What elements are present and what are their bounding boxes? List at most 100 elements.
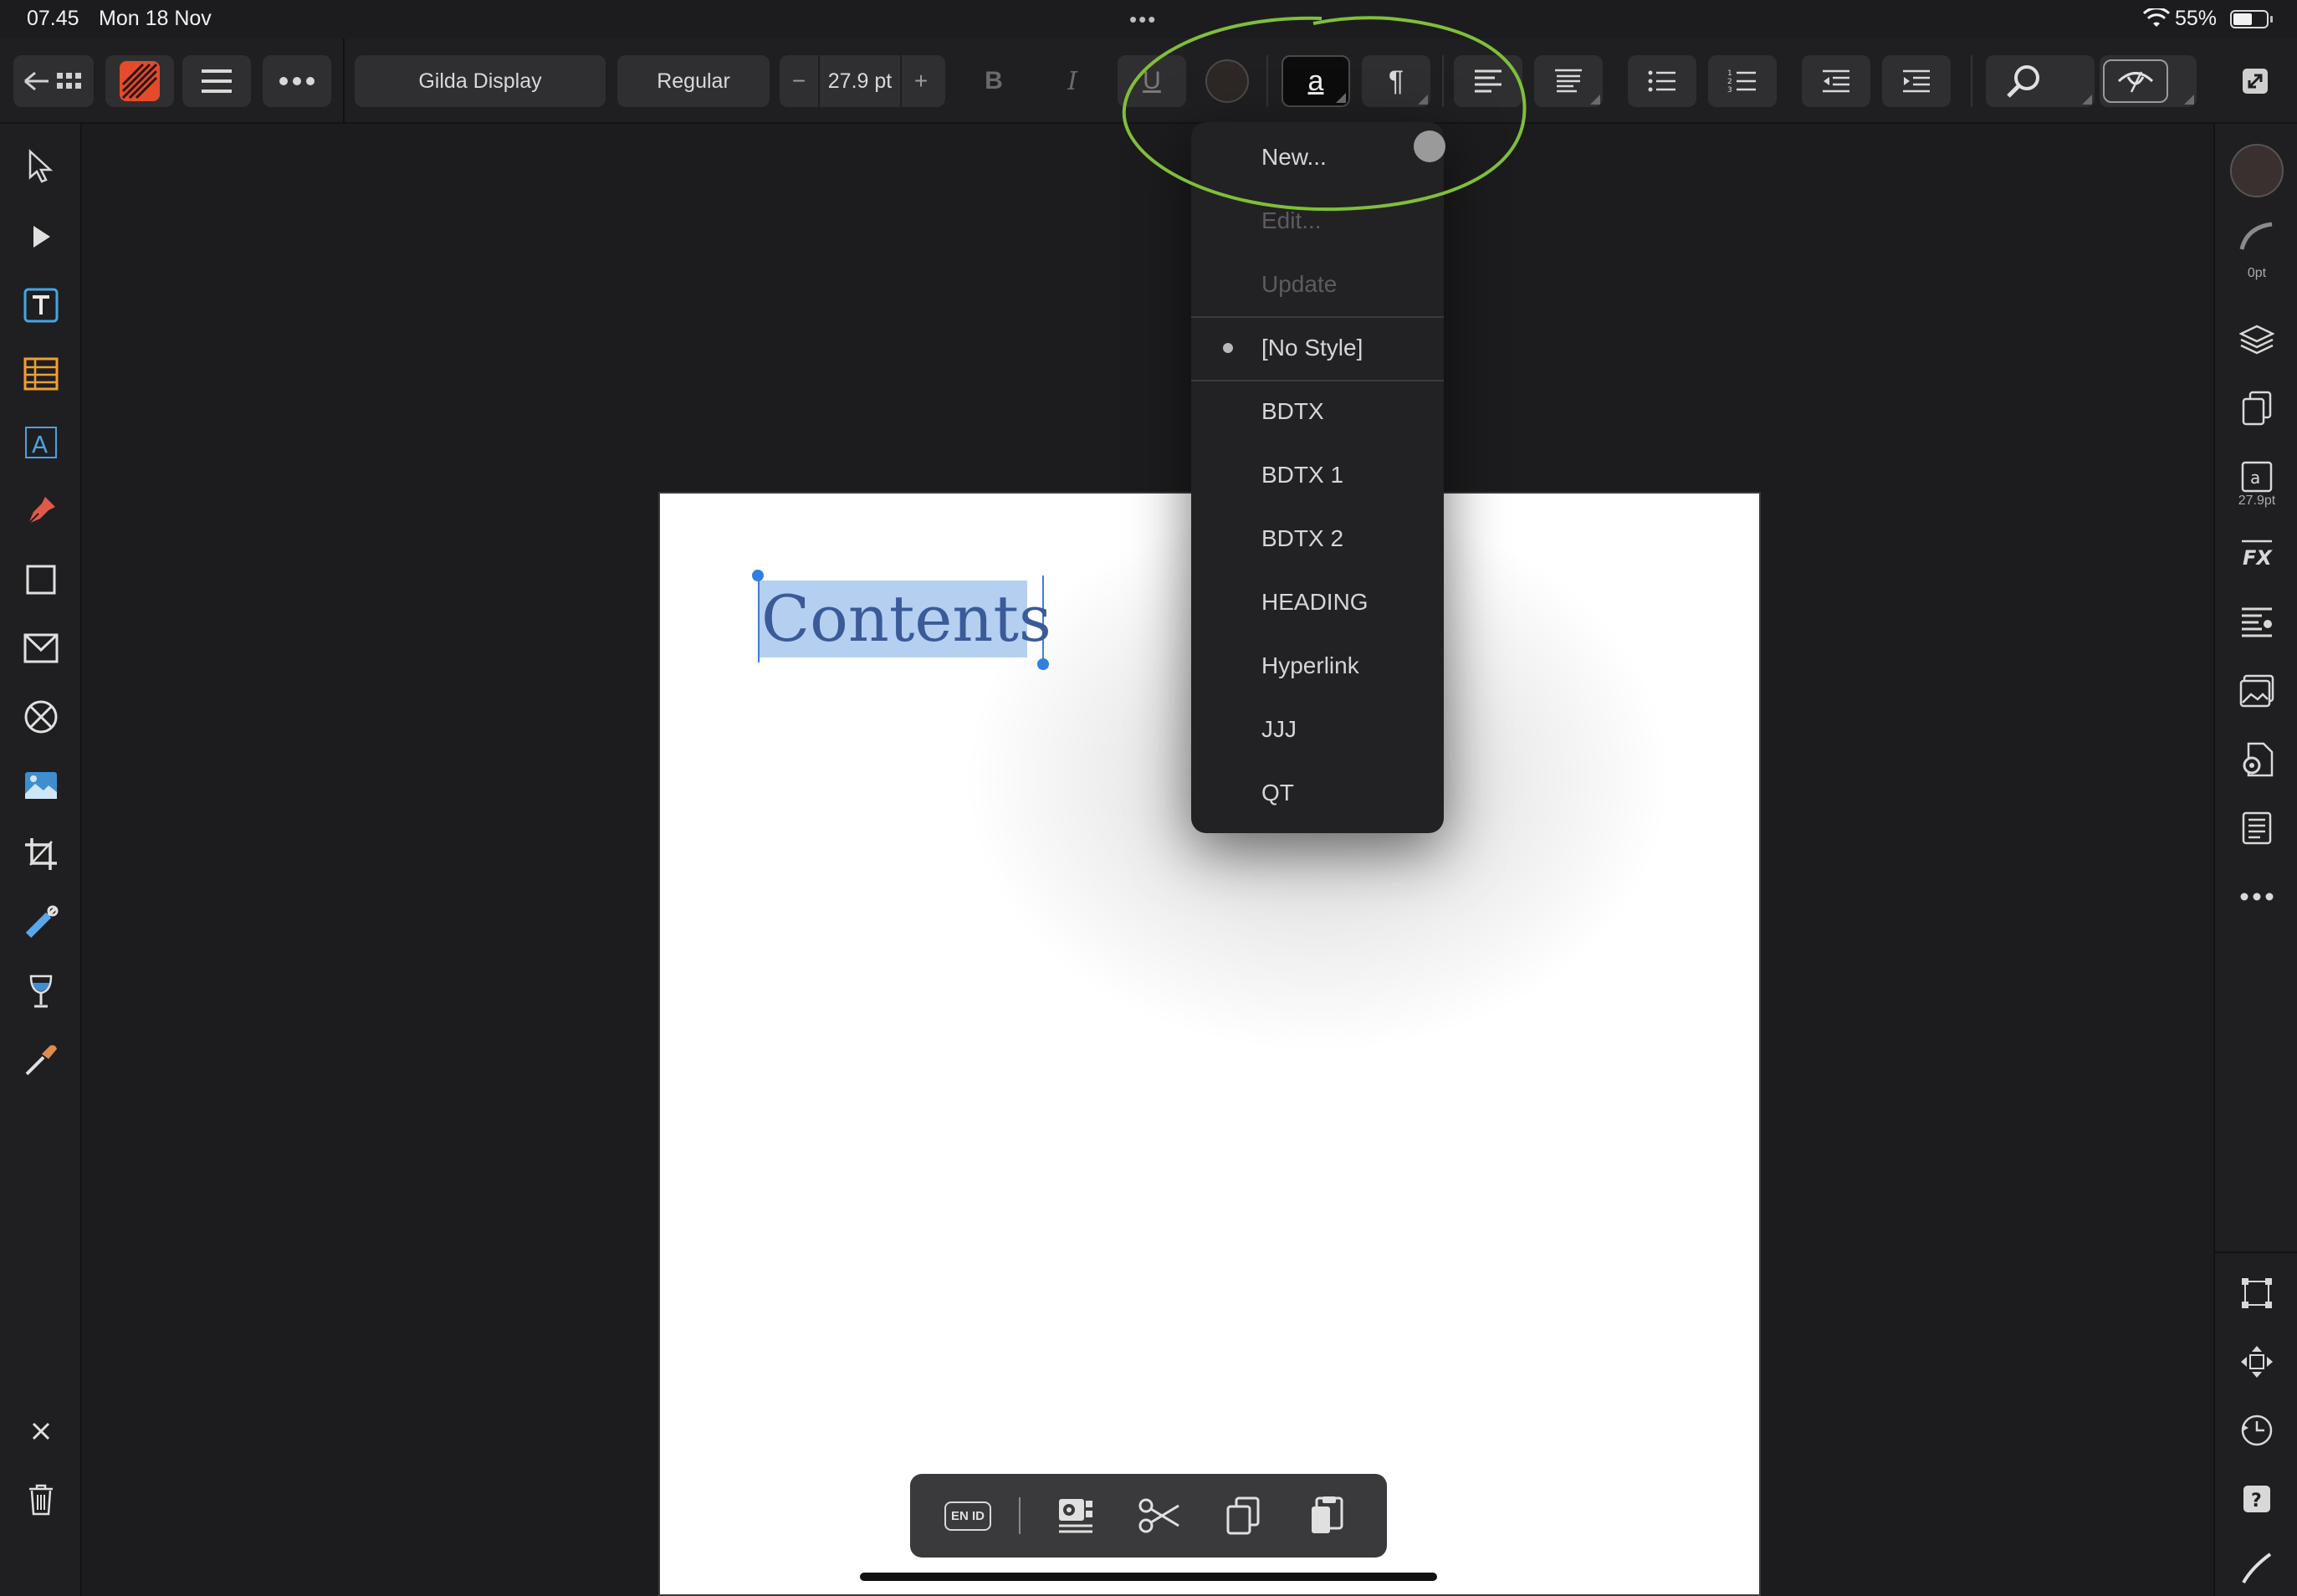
- gradient-brush-icon: [25, 905, 59, 939]
- selection-handle-start[interactable]: [752, 570, 764, 581]
- resource-manager-button[interactable]: [2235, 669, 2279, 713]
- stroke-curve-icon: [2239, 222, 2273, 250]
- menu-item-style[interactable]: BDTX 1: [1191, 443, 1444, 507]
- svg-text:FX: FX: [2243, 546, 2273, 570]
- bold-button[interactable]: B: [970, 55, 1017, 107]
- outdent-icon: [1823, 69, 1849, 93]
- menu-item-no-style[interactable]: [No Style]: [1191, 316, 1444, 380]
- font-family-picker[interactable]: Gilda Display: [355, 55, 606, 107]
- more-button[interactable]: [263, 55, 331, 107]
- more-panels-button[interactable]: [2235, 875, 2279, 918]
- table-tool[interactable]: [20, 353, 62, 395]
- menu-item-update-style[interactable]: Update: [1191, 253, 1444, 316]
- decrease-indent-button[interactable]: [1802, 55, 1870, 107]
- fx-icon: FX: [2242, 540, 2273, 570]
- menu-item-style[interactable]: JJJ: [1191, 698, 1444, 761]
- navigator-panel-button[interactable]: [2235, 1340, 2279, 1384]
- image-icon: [25, 772, 57, 799]
- battery-icon: [2230, 10, 2273, 28]
- fill-color-swatch: [2230, 144, 2284, 197]
- node-arrow-icon: [33, 226, 50, 248]
- selection-handle-end[interactable]: [1037, 658, 1049, 670]
- text-frame-panel-button[interactable]: [2235, 806, 2279, 850]
- align-top-icon: [1555, 69, 1582, 93]
- layers-panel-button[interactable]: [2235, 318, 2279, 361]
- delete-button[interactable]: [20, 1479, 62, 1521]
- scissors-icon: [1138, 1498, 1179, 1533]
- font-size-decrease[interactable]: −: [780, 68, 818, 95]
- menu-item-style[interactable]: BDTX: [1191, 380, 1444, 443]
- layers-icon: [2239, 325, 2274, 355]
- font-size-value[interactable]: 27.9 pt: [818, 55, 902, 107]
- help-button[interactable]: ?: [2235, 1477, 2279, 1521]
- ellipse-frame-tool[interactable]: [20, 696, 62, 738]
- font-size-increase[interactable]: +: [902, 68, 940, 95]
- stroke-well[interactable]: [2235, 214, 2279, 258]
- menu-item-style[interactable]: BDTX 2: [1191, 507, 1444, 570]
- font-size-stepper[interactable]: − 27.9 pt +: [780, 55, 945, 107]
- increase-indent-button[interactable]: [1882, 55, 1951, 107]
- close-context-button[interactable]: [20, 1410, 62, 1452]
- text-styles-panel-button[interactable]: [2235, 601, 2279, 644]
- italic-button[interactable]: I: [1049, 55, 1096, 107]
- numbered-list-button[interactable]: 123: [1708, 55, 1777, 107]
- frame-text-tool[interactable]: [20, 284, 62, 326]
- copy-icon: [1226, 1496, 1260, 1535]
- copy-button[interactable]: [1220, 1492, 1266, 1539]
- rectangle-tool[interactable]: [20, 559, 62, 601]
- place-image-tool[interactable]: [20, 765, 62, 806]
- keyboard-language-button[interactable]: EN ID: [939, 1492, 997, 1539]
- back-grid-icon: [24, 71, 81, 91]
- app-publisher-button[interactable]: [105, 55, 174, 107]
- view-mode-button[interactable]: [2100, 55, 2197, 107]
- bullet-list-button[interactable]: [1628, 55, 1696, 107]
- find-replace-button[interactable]: [1986, 55, 2095, 107]
- menu-button[interactable]: [182, 55, 251, 107]
- character-icon: a: [2241, 461, 2273, 493]
- paste-button[interactable]: [1303, 1492, 1350, 1539]
- vertical-align-button[interactable]: [1534, 55, 1603, 107]
- home-indicator[interactable]: [860, 1573, 1437, 1581]
- fill-color-well[interactable]: [2228, 142, 2285, 199]
- effects-panel-button[interactable]: FX: [2235, 532, 2279, 575]
- paragraph-styles-menu: New... Edit... Update [No Style] BDTX BD…: [1191, 122, 1444, 833]
- node-tool[interactable]: [20, 216, 62, 258]
- tools-sidebar: A: [0, 124, 82, 1596]
- eyedropper-icon: [25, 1045, 57, 1076]
- select-all-icon: [1059, 1499, 1092, 1533]
- pen-tool[interactable]: [20, 490, 62, 532]
- trash-icon: [29, 1484, 53, 1516]
- search-icon: [2007, 65, 2039, 98]
- paste-icon: [1312, 1496, 1343, 1533]
- move-tool[interactable]: [20, 146, 62, 187]
- pages-panel-button[interactable]: [2235, 386, 2279, 430]
- crop-icon: [25, 838, 57, 870]
- fill-tool[interactable]: [20, 970, 62, 1012]
- menu-item-style[interactable]: Hyperlink: [1191, 634, 1444, 698]
- toolbar-divider: [1971, 55, 1972, 107]
- character-panel-button[interactable]: a: [2235, 455, 2279, 499]
- font-style-picker[interactable]: Regular: [617, 55, 770, 107]
- crop-tool[interactable]: [20, 833, 62, 875]
- fullscreen-button[interactable]: [2232, 55, 2279, 107]
- picture-frame-tool[interactable]: [20, 627, 62, 669]
- transform-panel-button[interactable]: [2235, 1271, 2279, 1315]
- menu-item-style[interactable]: HEADING: [1191, 570, 1444, 634]
- back-to-documents-button[interactable]: [13, 55, 94, 107]
- select-all-button[interactable]: [1052, 1492, 1099, 1539]
- hamburger-icon: [202, 69, 232, 93]
- frame-text-icon: [23, 288, 59, 323]
- preview-eye-icon: [2103, 59, 2168, 103]
- help-icon: ?: [2243, 1486, 2270, 1512]
- transparency-tool[interactable]: [20, 902, 62, 944]
- document-setup-button[interactable]: [2235, 738, 2279, 781]
- color-picker-tool[interactable]: [20, 1039, 62, 1081]
- selected-text[interactable]: Contents: [758, 575, 1051, 662]
- history-panel-button[interactable]: [2235, 1409, 2279, 1452]
- menu-item-style[interactable]: QT: [1191, 761, 1444, 825]
- apple-pencil-button[interactable]: [2235, 1546, 2279, 1589]
- pencil-stroke-icon: [2242, 1553, 2272, 1583]
- ellipse-frame-icon: [24, 700, 58, 734]
- cut-button[interactable]: [1136, 1492, 1183, 1539]
- artistic-text-tool[interactable]: A: [20, 422, 62, 463]
